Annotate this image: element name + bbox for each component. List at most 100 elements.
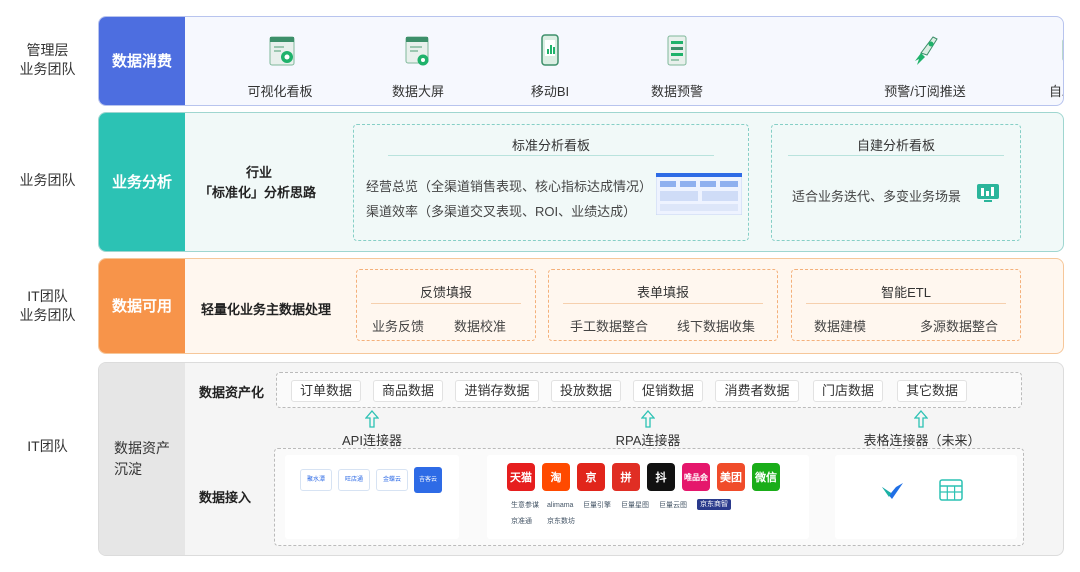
wechat-logo: 微信 — [752, 463, 780, 491]
consumption-item: 自助分析 — [1025, 17, 1063, 105]
divider — [788, 155, 1004, 156]
standard-dashboard-line: 经营总览（全渠道销售表现、核心指标达成情况） — [366, 179, 653, 194]
alimama-logo: alimama — [547, 502, 574, 509]
form-entry-box: 表单填报 手工数据整合 线下数据收集 — [548, 269, 778, 341]
custom-board-icon — [977, 184, 999, 202]
consumption-item-label: 自助分析 — [1048, 84, 1063, 99]
assets-content: 数据资产化 订单数据 商品数据 进销存数据 投放数据 促销数据 消费者数据 门店… — [185, 363, 1063, 555]
consumption-item: 移动BI — [500, 17, 600, 105]
divider — [371, 303, 521, 304]
approach-line: 行业 — [246, 165, 273, 180]
asset-chip: 投放数据 — [551, 380, 621, 402]
row-label-it-business: IT团队 业务团队 — [0, 287, 95, 325]
divider — [563, 303, 763, 304]
up-arrow-icon — [365, 410, 379, 428]
taobao-logo: 淘 — [542, 463, 570, 491]
rpa-logo-panel: 天猫 淘 京 拼 抖 唯品会 美团 微信 生意参谋 alimama 巨量引擎 巨… — [487, 455, 809, 539]
up-arrow-icon — [641, 410, 655, 428]
band-tag-analysis: 业务分析 — [99, 113, 185, 251]
sycm-logo: 生意参谋 — [511, 502, 539, 509]
up-arrow-icon — [914, 410, 928, 428]
mobile-bi-icon — [541, 34, 559, 66]
band-data-consumption: 数据消费 可视化看板 数据大屏 移动BI 数据预警 预警/订阅推送 自 — [98, 16, 1064, 106]
available-box-title: 表单填报 — [636, 285, 689, 300]
table-connector-label: 表格连接器（未来） — [863, 433, 981, 448]
standard-dashboard-title: 标准分析看板 — [511, 138, 590, 153]
band-data-assets: 数据资产 沉淀 数据资产化 订单数据 商品数据 进销存数据 投放数据 促销数据 … — [98, 362, 1064, 556]
ingest-box: 聚水潭 旺店通 金蝶云 吉客云 天猫 淘 京 拼 抖 唯品会 美团 微信 生意参… — [274, 448, 1024, 546]
analysis-content: 行业 「标准化」分析思路 标准分析看板 经营总览（全渠道销售表现、核心指标达成情… — [185, 113, 1063, 251]
ocean-engine-logo: 巨量引擎 — [583, 502, 611, 509]
feedback-form-box: 反馈填报 业务反馈 数据校准 — [356, 269, 536, 341]
asset-chip: 消费者数据 — [715, 380, 799, 402]
push-rocket-icon — [915, 36, 938, 65]
available-box-item: 手工数据整合 — [570, 319, 649, 334]
available-box-title: 智能ETL — [881, 285, 931, 300]
row-label-line: 业务团队 — [19, 172, 76, 188]
consumption-items: 可视化看板 数据大屏 移动BI 数据预警 预警/订阅推送 自 — [185, 17, 1063, 105]
tmall-logo: 天猫 — [507, 463, 535, 491]
dashboard-icon — [269, 36, 295, 66]
kingdee-logo: 金蝶云 — [376, 469, 408, 491]
dashboard-thumbnail-icon — [656, 173, 742, 215]
available-box-item: 数据建模 — [814, 319, 867, 334]
available-content: 轻量化业务主数据处理 反馈填报 业务反馈 数据校准 表单填报 手工数据整合 线下… — [185, 259, 1063, 353]
jd-shufang-logo: 京东数坊 — [547, 518, 575, 525]
row-label-line: 业务团队 — [19, 307, 76, 323]
band-tag-consumption: 数据消费 — [99, 17, 185, 105]
pinduoduo-logo: 拼 — [612, 463, 640, 491]
row-label-line: IT团队 — [27, 438, 68, 454]
assetize-label: 数据资产化 — [199, 385, 265, 400]
consumption-item-label: 数据大屏 — [391, 84, 444, 99]
big-screen-icon — [405, 36, 429, 66]
asset-chip: 门店数据 — [813, 380, 883, 402]
table-logo-panel — [835, 455, 1017, 539]
row-label-business: 业务团队 — [0, 171, 95, 190]
meituan-logo: 美团 — [717, 463, 745, 491]
band-tag-assets: 数据资产 沉淀 — [99, 363, 185, 555]
douyin-logo: 抖 — [647, 463, 675, 491]
asset-chips-box: 订单数据 商品数据 进销存数据 投放数据 促销数据 消费者数据 门店数据 其它数… — [276, 372, 1022, 408]
jingzhuntong-logo: 京准通 — [511, 518, 532, 525]
band-data-available: 数据可用 轻量化业务主数据处理 反馈填报 业务反馈 数据校准 表单填报 手工数据… — [98, 258, 1064, 354]
available-box-item: 数据校准 — [454, 319, 507, 334]
architecture-diagram: 管理层 业务团队 业务团队 IT团队 业务团队 IT团队 数据消费 可视化看板 — [0, 0, 1080, 572]
available-box-item: 线下数据收集 — [677, 319, 756, 334]
asset-chip: 其它数据 — [897, 380, 967, 402]
jd-logo: 京 — [577, 463, 605, 491]
row-label-line: IT团队 — [27, 288, 68, 304]
available-box-item: 多源数据整合 — [920, 319, 999, 334]
self-analysis-icon — [1062, 39, 1063, 61]
approach-line: 「标准化」分析思路 — [199, 185, 317, 200]
asset-chip: 商品数据 — [373, 380, 443, 402]
row-label-line: 管理层 — [26, 42, 69, 58]
consumption-item: 可视化看板 — [230, 17, 330, 105]
row-label-it: IT团队 — [0, 437, 95, 456]
vipshop-logo: 唯品会 — [682, 463, 710, 491]
available-box-item: 业务反馈 — [372, 319, 425, 334]
wangdiantong-logo: 旺店通 — [338, 469, 370, 491]
assets-tag-line: 沉淀 — [114, 461, 142, 477]
asset-chip: 订单数据 — [291, 380, 361, 402]
available-box-title: 反馈填报 — [419, 285, 472, 300]
band-tag-available: 数据可用 — [99, 259, 185, 353]
feishu-sheet-icon — [882, 483, 903, 499]
consumption-item: 数据大屏 — [368, 17, 468, 105]
jd-shangzhi-logo: 京东商智 — [697, 499, 731, 510]
available-title: 轻量化业务主数据处理 — [201, 302, 332, 317]
consumption-item: 数据预警 — [627, 17, 727, 105]
assets-tag-text: 数据资产 沉淀 — [114, 438, 170, 480]
consumption-item-label: 移动BI — [530, 84, 570, 99]
standard-dashboard-line: 渠道效率（多渠道交叉表现、ROI、业绩达成） — [366, 204, 637, 219]
asset-chip: 促销数据 — [633, 380, 703, 402]
divider — [388, 155, 714, 156]
row-label-management: 管理层 业务团队 — [0, 41, 95, 79]
xingtu-logo: 巨量星图 — [621, 502, 649, 509]
analysis-approach-title: 行业 「标准化」分析思路 — [199, 163, 339, 203]
rpa-connector-label: RPA连接器 — [615, 433, 681, 448]
custom-dashboard-title: 自建分析看板 — [856, 138, 935, 153]
custom-dashboard-box: 自建分析看板 适合业务迭代、多变业务场景 — [771, 124, 1021, 241]
api-connector-label: API连接器 — [342, 433, 402, 448]
consumption-item-label: 可视化看板 — [247, 84, 313, 99]
alert-icon — [667, 35, 687, 66]
